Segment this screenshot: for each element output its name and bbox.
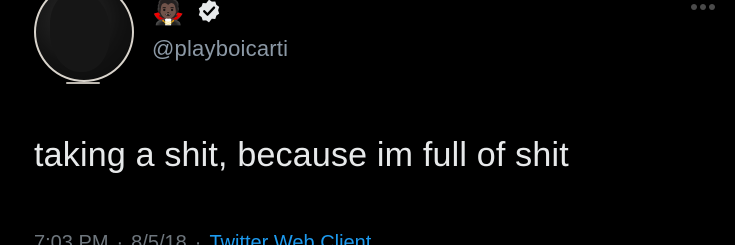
verified-badge-icon: [196, 0, 222, 29]
tweet-card: 🧛🏿 @playboicarti taking a shit, because …: [0, 0, 735, 245]
username-handle[interactable]: @playboicarti: [152, 36, 288, 62]
more-dot: [709, 4, 715, 10]
tweet-source-link[interactable]: Twitter Web Client: [209, 232, 371, 245]
avatar[interactable]: [34, 0, 134, 82]
display-name-emoji[interactable]: 🧛🏿: [152, 0, 184, 26]
meta-separator: ·: [194, 232, 202, 245]
tweet-time[interactable]: 7:03 PM: [34, 232, 108, 245]
more-dot: [700, 4, 706, 10]
more-dot: [691, 4, 697, 10]
more-horizontal-icon[interactable]: [691, 4, 715, 10]
tweet-text: taking a shit, because im full of shit: [34, 136, 569, 174]
display-name-row: 🧛🏿: [152, 0, 222, 30]
tweet-date[interactable]: 8/5/18: [131, 232, 187, 245]
tweet-metadata: 7:03 PM · 8/5/18 · Twitter Web Client: [34, 232, 371, 245]
avatar-divider: [66, 82, 100, 84]
meta-separator: ·: [116, 232, 124, 245]
avatar-photo: [50, 0, 110, 72]
